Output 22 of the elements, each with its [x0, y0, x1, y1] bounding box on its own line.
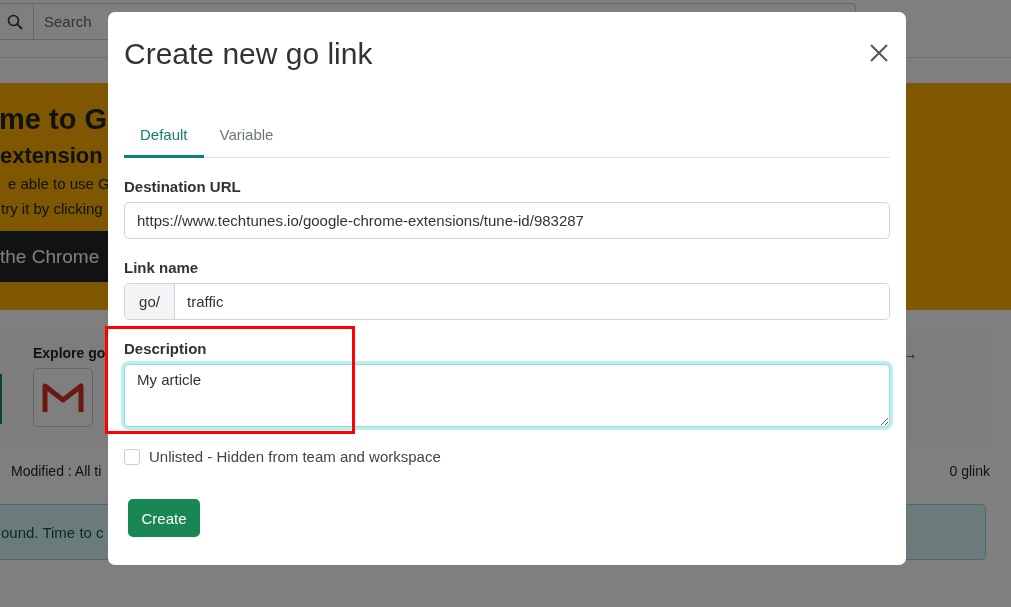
- tab[interactable]: Default: [124, 118, 204, 158]
- field-label: Description: [124, 340, 208, 357]
- url-field[interactable]: https://www.techtunes.io/google-chrome-extensions/tune-id/983287: [124, 202, 890, 239]
- banner-text: try it by clicking: [1, 199, 103, 219]
- filter-label[interactable]: Modified : All ti: [11, 463, 102, 504]
- close-icon: [870, 44, 888, 62]
- create-button[interactable]: Create: [128, 499, 200, 537]
- banner-title: me to G: [0, 102, 107, 137]
- link-count: 0 glink: [949, 463, 990, 481]
- field-label: Destination URL: [124, 178, 242, 195]
- app-tile[interactable]: [33, 368, 93, 427]
- description-field[interactable]: My article: [124, 364, 890, 427]
- explore-title: Explore go: [33, 345, 106, 361]
- dialog-title: Create new go link: [124, 37, 373, 71]
- close-button[interactable]: [870, 44, 890, 64]
- tab[interactable]: Variable: [203, 118, 290, 158]
- link-name-field[interactable]: go/ traffic: [124, 283, 890, 320]
- search-icon: [6, 13, 23, 30]
- banner-subtitle: extension: [0, 142, 103, 170]
- checkbox-label: Unlisted - Hidden from team and workspace: [149, 448, 441, 465]
- mail-icon: [42, 381, 84, 414]
- unlisted-checkbox[interactable]: [124, 448, 140, 465]
